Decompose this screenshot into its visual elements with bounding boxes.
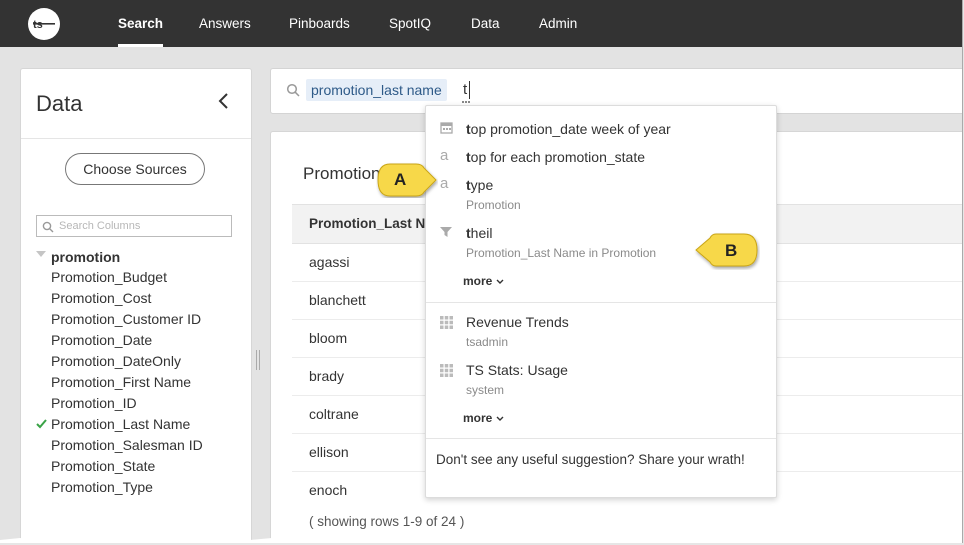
- svg-text:ts: ts: [33, 19, 43, 31]
- attribute-icon: a: [440, 175, 449, 192]
- suggestion-dropdown: top promotion_date week of year a top fo…: [425, 105, 777, 498]
- nav-answers[interactable]: Answers: [199, 0, 251, 47]
- divider: [21, 138, 251, 139]
- data-panel-title: Data: [36, 91, 83, 116]
- callout-b: B: [694, 232, 760, 270]
- column-label: Promotion_State: [51, 458, 156, 474]
- saved-answer-author: system: [466, 383, 505, 397]
- saved-answer-author: tsadmin: [466, 335, 509, 349]
- callout-a: A: [376, 162, 438, 198]
- data-panel: Data Choose Sources promotion Promotion_…: [20, 68, 252, 543]
- search-typed-text[interactable]: t: [463, 80, 467, 100]
- torn-edge: [0, 537, 962, 543]
- source-name: promotion: [51, 249, 121, 265]
- column-item[interactable]: Promotion_Customer ID: [36, 309, 246, 330]
- checkmark-icon: [36, 414, 47, 435]
- column-item[interactable]: Promotion_DateOnly: [36, 351, 246, 372]
- saved-answer-title: Revenue Trends: [466, 314, 569, 330]
- search-columns-input[interactable]: [59, 218, 229, 234]
- search-icon: [286, 83, 300, 102]
- column-label: Promotion_Date: [51, 332, 153, 348]
- table-cell: ellison: [309, 444, 349, 460]
- column-item[interactable]: Promotion_Budget: [36, 267, 246, 288]
- table-cell: blanchett: [309, 292, 366, 308]
- caret-down-icon[interactable]: [36, 251, 46, 257]
- column-item[interactable]: Promotion_Cost: [36, 288, 246, 309]
- suggestion-subtext: Promotion: [466, 198, 521, 212]
- suggestion-subtext: Promotion_Last Name in Promotion: [466, 246, 657, 260]
- suggestion-item[interactable]: a top for each promotion_state: [426, 146, 776, 170]
- grid-icon: [440, 316, 454, 330]
- search-columns-field[interactable]: [36, 215, 232, 237]
- suggestion-item[interactable]: a type Promotion: [426, 174, 776, 216]
- suggestion-item[interactable]: top promotion_date week of year: [426, 118, 776, 142]
- panel-resize-handle[interactable]: [256, 350, 261, 370]
- column-item[interactable]: Promotion_ID: [36, 393, 246, 414]
- column-item[interactable]: Promotion_Salesman ID: [36, 435, 246, 456]
- calendar-icon: [440, 121, 454, 135]
- chevron-down-icon: [496, 416, 504, 421]
- choose-sources-button[interactable]: Choose Sources: [65, 153, 205, 185]
- column-label: Promotion_Budget: [51, 269, 167, 285]
- callout-label: B: [725, 241, 738, 260]
- column-label: Promotion_ID: [51, 395, 137, 411]
- thoughtspot-logo[interactable]: ts: [28, 8, 60, 40]
- source-node[interactable]: promotion: [36, 247, 246, 267]
- column-item[interactable]: Promotion_Date: [36, 330, 246, 351]
- column-label: Promotion_DateOnly: [51, 353, 181, 369]
- more-saved-button[interactable]: more: [463, 411, 504, 425]
- filter-icon: [440, 225, 454, 239]
- column-item-selected[interactable]: Promotion_Last Name: [36, 414, 246, 435]
- nav-admin[interactable]: Admin: [539, 0, 577, 47]
- grid-icon: [440, 364, 454, 378]
- app-window: ts Search Answers Pinboards SpotIQ Data …: [0, 0, 963, 543]
- nav-search[interactable]: Search: [118, 0, 164, 47]
- top-nav-bar: ts Search Answers Pinboards SpotIQ Data …: [0, 0, 962, 47]
- attribute-icon: a: [440, 147, 449, 164]
- column-tree: promotion Promotion_Budget Promotion_Cos…: [36, 247, 246, 498]
- saved-answer-item[interactable]: Revenue Trends tsadmin: [426, 312, 776, 354]
- callout-label: A: [394, 170, 407, 189]
- more-suggestions-button[interactable]: more: [463, 274, 504, 288]
- collapse-panel-icon[interactable]: [217, 91, 235, 113]
- table-cell: coltrane: [309, 406, 359, 422]
- chevron-down-icon: [496, 279, 504, 284]
- saved-answer-item[interactable]: TS Stats: Usage system: [426, 360, 776, 402]
- nav-data[interactable]: Data: [471, 0, 500, 47]
- table-cell: agassi: [309, 254, 350, 270]
- column-label: Promotion_Cost: [51, 290, 152, 306]
- divider: [426, 438, 776, 439]
- feedback-message[interactable]: Don't see any useful suggestion? Share y…: [436, 450, 756, 470]
- search-token[interactable]: promotion_last name: [306, 79, 447, 101]
- column-item[interactable]: Promotion_State: [36, 456, 246, 477]
- column-label: Promotion_Type: [51, 479, 153, 495]
- divider: [426, 302, 776, 303]
- ambiguity-underline: [462, 101, 470, 103]
- nav-spotiq[interactable]: SpotIQ: [389, 0, 431, 47]
- row-count-text: ( showing rows 1-9 of 24 ): [309, 514, 465, 529]
- suggestion-text: theil: [466, 225, 493, 241]
- column-label: Promotion_Customer ID: [51, 311, 202, 327]
- column-item[interactable]: Promotion_First Name: [36, 372, 246, 393]
- suggestion-text: top promotion_date week of year: [466, 121, 671, 137]
- table-cell: enoch: [309, 482, 348, 498]
- nav-pinboards[interactable]: Pinboards: [289, 0, 350, 47]
- column-label: Promotion_Last Name: [51, 416, 191, 432]
- suggestion-text: top for each promotion_state: [466, 149, 646, 165]
- saved-answer-title: TS Stats: Usage: [466, 362, 568, 378]
- column-item[interactable]: Promotion_Type: [36, 477, 246, 498]
- table-cell: bloom: [309, 330, 348, 346]
- table-cell: brady: [309, 368, 345, 384]
- column-label: Promotion_First Name: [51, 374, 192, 390]
- suggestion-text: type: [466, 177, 494, 193]
- search-icon: [42, 220, 54, 238]
- text-cursor: [469, 81, 470, 99]
- column-label: Promotion_Salesman ID: [51, 437, 203, 453]
